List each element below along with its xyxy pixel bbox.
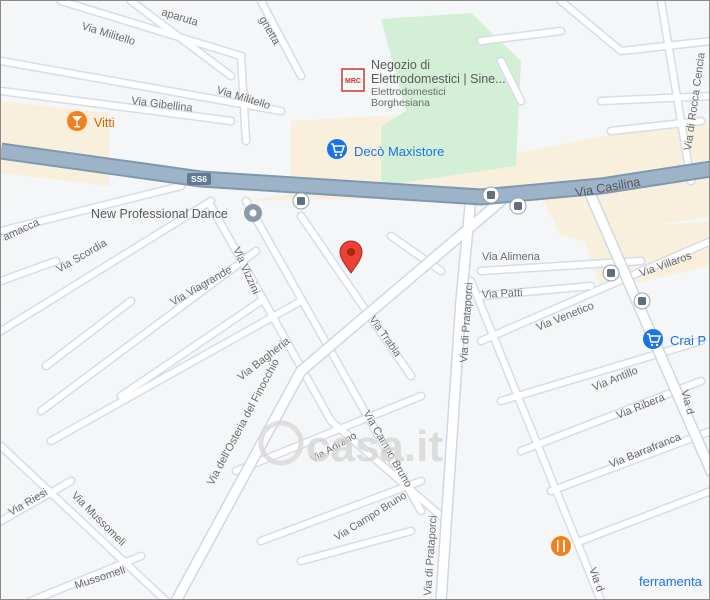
restaurant-icon bbox=[551, 536, 571, 556]
poi-negozio-title-2: Elettrodomestici | Sine... bbox=[371, 72, 506, 86]
watermark-text: casa.it bbox=[306, 422, 443, 471]
highway-shield-label: SS6 bbox=[191, 174, 207, 184]
bus-stop-icon[interactable] bbox=[509, 197, 527, 215]
map-frame: SS6 Via Casilina Via Militello Via Milit… bbox=[0, 0, 710, 600]
commercial-area-left bbox=[1, 101, 109, 186]
map-canvas[interactable]: SS6 Via Casilina Via Militello Via Milit… bbox=[1, 1, 710, 600]
bus-stop-icon[interactable] bbox=[482, 186, 500, 204]
store-logo-text: MRC bbox=[345, 78, 361, 85]
poi-negozio-title-1: Negozio di bbox=[371, 58, 430, 72]
bus-stop-icon[interactable] bbox=[292, 192, 310, 210]
highway-shield: SS6 bbox=[187, 173, 211, 185]
bus-stop-icon[interactable] bbox=[633, 292, 651, 310]
bar-icon bbox=[67, 111, 87, 131]
poi-dance-label: New Professional Dance bbox=[91, 207, 228, 221]
dance-school-icon bbox=[244, 204, 262, 222]
bus-stop-icon[interactable] bbox=[602, 264, 620, 282]
shopping-cart-icon bbox=[643, 329, 663, 349]
street-label-alimena: Via Alimena bbox=[482, 251, 541, 263]
poi-deco-label: Decò Maxistore bbox=[354, 144, 444, 159]
poi-ferramenta-label[interactable]: ferramenta bbox=[639, 574, 703, 589]
poi-crai-label: Crai P bbox=[670, 333, 706, 348]
poi-negozio-sub-2: Borghesiana bbox=[371, 97, 430, 109]
street-label-patti: Via Patti bbox=[482, 287, 523, 301]
poi-vitti-label: Vitti bbox=[94, 116, 115, 130]
shopping-cart-icon bbox=[327, 139, 347, 159]
poi-restaurant[interactable] bbox=[551, 536, 571, 556]
store-logo-icon: MRC bbox=[341, 68, 365, 92]
